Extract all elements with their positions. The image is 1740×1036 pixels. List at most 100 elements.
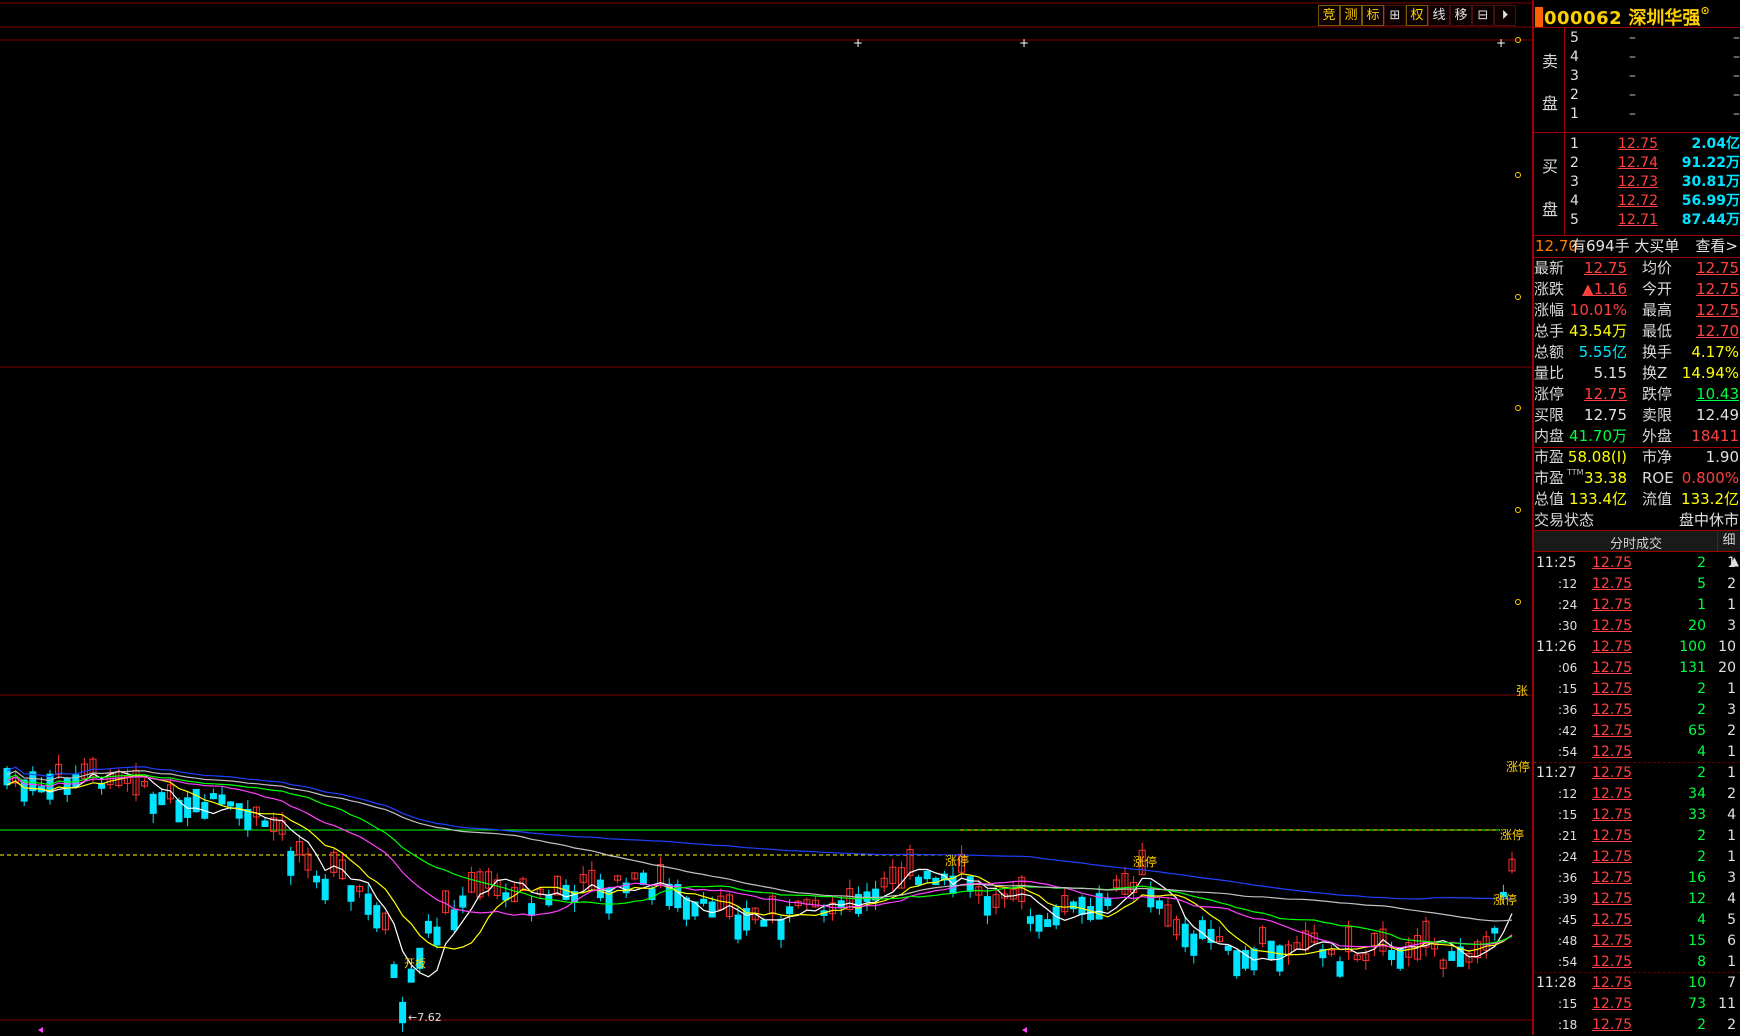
- expand-button[interactable]: ⏵: [1494, 5, 1516, 26]
- tick-row[interactable]: :12 12.75 34 2: [1534, 784, 1740, 805]
- auction-button[interactable]: 竞: [1318, 5, 1340, 26]
- move-button[interactable]: 移: [1450, 5, 1472, 26]
- tick-time: :45: [1558, 913, 1578, 927]
- window-button[interactable]: ⊟: [1472, 5, 1494, 26]
- tick-row[interactable]: :24 12.75 1 1: [1534, 595, 1740, 616]
- stock-name: 深圳华强: [1628, 8, 1701, 29]
- tick-row[interactable]: :06 12.75 131 20: [1534, 658, 1740, 679]
- candle: [734, 914, 742, 940]
- tick-time: 11:27: [1536, 765, 1577, 781]
- tick-row[interactable]: :39 12.75 12 4: [1534, 889, 1740, 910]
- stat-value: 12.75: [1584, 406, 1627, 424]
- sell-level-row[interactable]: 1 – –: [1566, 104, 1740, 125]
- sell-label: 卖: [1542, 52, 1559, 71]
- candle: [321, 878, 329, 901]
- tick-row[interactable]: :54 12.75 4 1: [1534, 742, 1740, 763]
- grid-button[interactable]: ⊞: [1384, 5, 1406, 26]
- kline-chart[interactable]: + + +←7.62开板涨停 涨停涨停涨停涨停张: [0, 0, 1532, 1035]
- test-button[interactable]: 测: [1340, 5, 1362, 26]
- level-price: 12.72: [1617, 193, 1658, 209]
- stat-value: 133.4亿: [1569, 490, 1627, 508]
- level-number: 5: [1570, 30, 1579, 46]
- buy-level-row[interactable]: 2 12.74 91.22万: [1566, 153, 1740, 174]
- candle: [1198, 920, 1206, 939]
- tick-row[interactable]: :24 12.75 2 1: [1534, 847, 1740, 868]
- tick-row[interactable]: :45 12.75 4 5: [1534, 910, 1740, 931]
- candle: [639, 872, 647, 885]
- stat-value: 4.17%: [1691, 343, 1739, 361]
- line-button[interactable]: 线: [1428, 5, 1450, 26]
- level-volume: 87.44万: [1681, 212, 1740, 228]
- tick-row[interactable]: :15 12.75 73 11: [1534, 994, 1740, 1015]
- tick-row[interactable]: :36 12.75 16 3: [1534, 868, 1740, 889]
- sell-level-row[interactable]: 3 – –: [1566, 66, 1740, 87]
- mark-button[interactable]: 标: [1362, 5, 1384, 26]
- level-volume: –: [1733, 30, 1740, 46]
- candle: [1147, 889, 1155, 908]
- tick-volume: 15: [1688, 933, 1706, 949]
- tick-row[interactable]: :15 12.75 2 1: [1534, 679, 1740, 700]
- limit-up-label: 涨停: [1500, 827, 1524, 842]
- tick-volume: 4: [1697, 744, 1706, 760]
- tick-row[interactable]: :15 12.75 33 4: [1534, 805, 1740, 826]
- tick-price: 12.75: [1592, 1017, 1633, 1033]
- tick-row[interactable]: :54 12.75 8 1: [1534, 952, 1740, 973]
- tick-row[interactable]: :30 12.75 20 3: [1534, 616, 1740, 637]
- big-order-view-link[interactable]: 查看>: [1695, 236, 1738, 257]
- tick-row[interactable]: :48 12.75 15 6: [1534, 931, 1740, 952]
- kline-chart-area[interactable]: + + + ←7.62 开板 涨停 涨停 涨停 涨停 涨停张 竞测标 ⊞ 权线移 ⊟ ⏵: [0, 0, 1532, 1035]
- candle: [1078, 896, 1086, 915]
- level-number: 4: [1570, 193, 1579, 209]
- tick-detail-button[interactable]: 细: [1717, 531, 1740, 551]
- candle: [261, 820, 269, 828]
- candle: [235, 803, 243, 819]
- tick-row[interactable]: 11:28 12.75 10 7: [1534, 973, 1740, 994]
- tick-volume: 73: [1688, 996, 1706, 1012]
- quote-panel: 000062 深圳华强⊙ 卖 盘 5– –4– –3– –2– –1– – 买 盘 1 12…: [1532, 0, 1740, 1035]
- big-order-bar[interactable]: 12.70 有694手 大买单 查看>: [1534, 236, 1740, 257]
- level-price: –: [1629, 49, 1636, 65]
- tick-time: :12: [1558, 787, 1578, 801]
- tick-price: 12.75: [1592, 681, 1633, 697]
- candle: [700, 898, 708, 904]
- buy-level-row[interactable]: 4 12.72 56.99万: [1566, 191, 1740, 212]
- crosshair-icon: +: [1496, 36, 1506, 50]
- sell-level-row[interactable]: 5 – –: [1566, 28, 1740, 49]
- scroll-up-icon[interactable]: ▲: [1730, 554, 1739, 568]
- tick-row[interactable]: 11:26 12.75 100 10: [1534, 637, 1740, 658]
- tick-row[interactable]: :36 12.75 2 3: [1534, 700, 1740, 721]
- limit-up-label: 张: [1516, 684, 1528, 698]
- tick-row[interactable]: 11:27 12.75 2 1: [1534, 763, 1740, 784]
- buy-level-row[interactable]: 5 12.71 87.44万: [1566, 210, 1740, 231]
- nav-left-icon[interactable]: [38, 1027, 43, 1033]
- tick-count: 7: [1727, 975, 1736, 991]
- candle: [364, 893, 372, 915]
- tick-volume: 131: [1679, 660, 1706, 676]
- level-volume: 56.99万: [1681, 193, 1740, 209]
- level-price: 12.74: [1617, 155, 1658, 171]
- tick-row[interactable]: :42 12.75 65 2: [1534, 721, 1740, 742]
- stat-label: 换手: [1642, 343, 1673, 361]
- sell-label: 盘: [1542, 94, 1559, 113]
- tick-count: 2: [1727, 1017, 1736, 1033]
- candle: [399, 1001, 407, 1024]
- rights-button[interactable]: 权: [1406, 5, 1428, 26]
- tick-row[interactable]: 11:25 12.75 2 1: [1534, 553, 1740, 574]
- stat-label: 总值: [1534, 490, 1565, 508]
- candle: [863, 891, 871, 902]
- buy-level-row[interactable]: 3 12.73 30.81万: [1566, 172, 1740, 193]
- buy-level-row[interactable]: 1 12.75 2.04亿: [1566, 134, 1740, 155]
- tick-row[interactable]: :12 12.75 5 2: [1534, 574, 1740, 595]
- tick-row[interactable]: :18 12.75 2 2: [1534, 1015, 1740, 1036]
- tick-volume: 12: [1688, 891, 1706, 907]
- tick-row[interactable]: :21 12.75 2 1: [1534, 826, 1740, 847]
- stat-row: 买限 12.75 卖限 12.49: [1534, 405, 1740, 426]
- tick-time: :54: [1558, 745, 1578, 759]
- stat-row: 最新 12.75 均价 12.75: [1534, 258, 1740, 279]
- sell-level-row[interactable]: 4 – –: [1566, 47, 1740, 68]
- sell-level-row[interactable]: 2 – –: [1566, 85, 1740, 106]
- nav-marker-icon[interactable]: [1022, 1027, 1027, 1033]
- level-price: –: [1629, 68, 1636, 84]
- stock-title[interactable]: 000062 深圳华强⊙: [1535, 4, 1710, 29]
- level-number: 2: [1570, 87, 1579, 103]
